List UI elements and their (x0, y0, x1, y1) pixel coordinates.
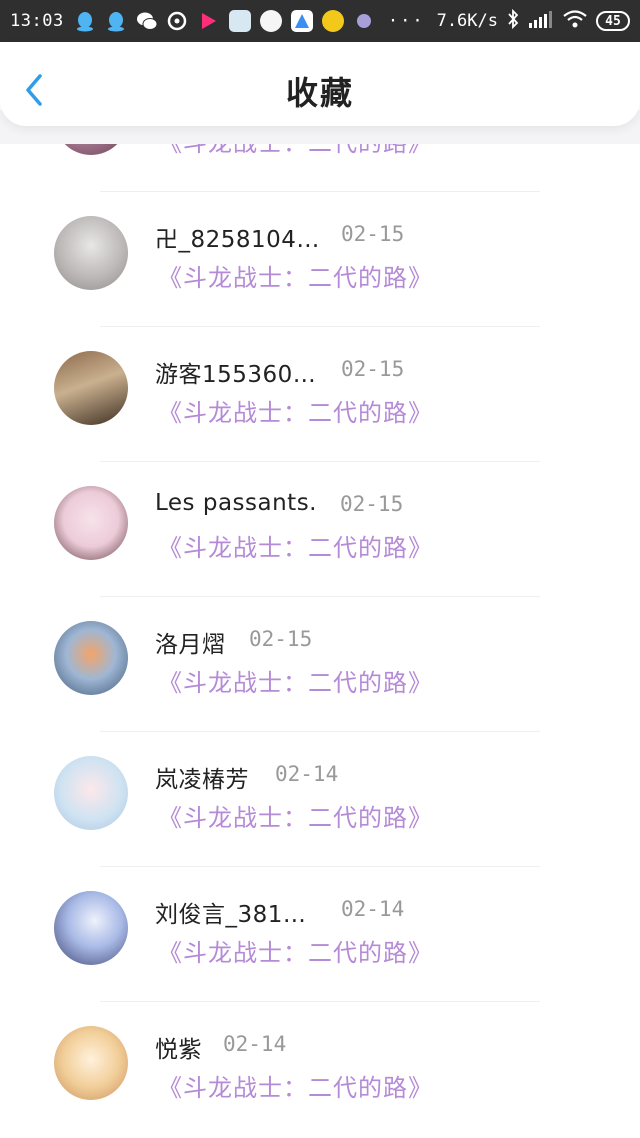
avatar (54, 216, 128, 290)
nav-header: 收藏 (0, 42, 640, 126)
book-title: 《斗龙战士：二代的路》 (158, 939, 433, 967)
page-title: 收藏 (285, 74, 354, 112)
user-name: 洛月熠 (155, 632, 226, 658)
book-title: 《斗龙战士：二代的路》 (158, 1074, 433, 1102)
avatar (54, 486, 128, 560)
user-name: 游客155360… (155, 362, 317, 388)
favorite-date: 02-15 (340, 492, 404, 516)
book-title: 《斗龙战士：二代的路》 (158, 669, 433, 697)
favorite-date: 02-15 (341, 357, 405, 381)
book-title: 《斗龙战士：二代的路》 (158, 264, 433, 292)
book-title: 《斗龙战士：二代的路》 (158, 804, 433, 832)
list-item[interactable]: 游客155360… 02-15 《斗龙战士：二代的路》 (0, 327, 640, 462)
avatar (54, 351, 128, 425)
avatar (54, 1026, 128, 1100)
list-item[interactable]: 刘俊言_381… 02-14 《斗龙战士：二代的路》 (0, 867, 640, 1002)
list-item[interactable]: 岚凌椿芳 02-14 《斗龙战士：二代的路》 (0, 732, 640, 867)
user-name: 卍_8258104… (155, 227, 320, 253)
favorite-date: 02-14 (341, 897, 405, 921)
user-name: 刘俊言_381… (155, 902, 307, 928)
book-title: 《斗龙战士：二代的路》 (158, 399, 433, 427)
list-item[interactable]: 悦紫 02-14 《斗龙战士：二代的路》 (0, 1002, 640, 1137)
favorite-date: 02-14 (223, 1032, 287, 1056)
user-name: 悦紫 (155, 1037, 202, 1063)
list-item[interactable]: 洛月熠 02-15 《斗龙战士：二代的路》 (0, 597, 640, 732)
favorite-date: 02-14 (275, 762, 339, 786)
book-title: 《斗龙战士：二代的路》 (158, 534, 433, 562)
list-item[interactable]: 卍_8258104… 02-15 《斗龙战士：二代的路》 (0, 192, 640, 327)
avatar (54, 756, 128, 830)
favorite-date: 02-15 (341, 222, 405, 246)
user-name: 岚凌椿芳 (155, 767, 249, 793)
favorite-date: 02-15 (249, 627, 313, 651)
avatar (54, 891, 128, 965)
list-item[interactable]: Les passants. 02-15 《斗龙战士：二代的路》 (0, 462, 640, 597)
user-name: Les passants. (155, 490, 317, 516)
avatar (54, 621, 128, 695)
favorites-list: 《斗龙战士：二代的路》 卍_8258104… 02-15 《斗龙战士：二代的路》… (0, 0, 640, 1138)
